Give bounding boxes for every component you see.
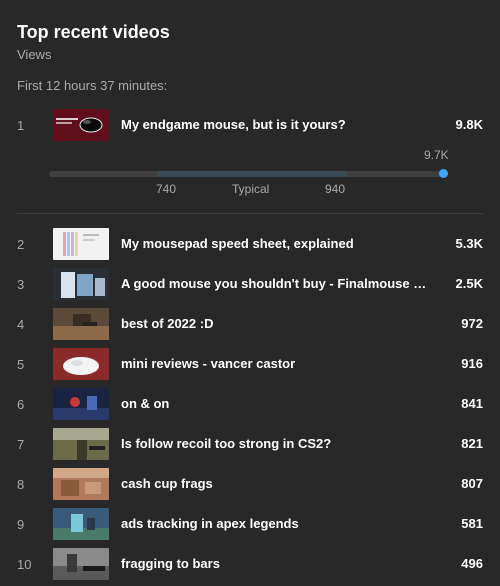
video-views: 9.8K bbox=[455, 117, 483, 132]
range-current-value: 9.7K bbox=[424, 148, 449, 162]
video-views: 821 bbox=[461, 436, 483, 451]
video-rank: 6 bbox=[17, 397, 25, 412]
video-views: 841 bbox=[461, 396, 483, 411]
video-views: 807 bbox=[461, 476, 483, 491]
video-rank: 1 bbox=[17, 118, 25, 133]
video-rank: 10 bbox=[17, 557, 32, 572]
video-rank: 5 bbox=[17, 357, 25, 372]
video-title[interactable]: My endgame mouse, but is it yours? bbox=[121, 117, 431, 132]
range-current-marker bbox=[439, 169, 448, 178]
video-row-3[interactable]: 3 A good mouse you shouldn't buy - Final… bbox=[0, 267, 500, 301]
video-title[interactable]: on & on bbox=[121, 396, 431, 411]
video-thumbnail[interactable] bbox=[53, 388, 109, 420]
video-title[interactable]: A good mouse you shouldn't buy - Finalmo… bbox=[121, 276, 431, 291]
video-thumbnail[interactable] bbox=[53, 548, 109, 580]
video-thumbnail[interactable] bbox=[53, 228, 109, 260]
video-rank: 3 bbox=[17, 277, 25, 292]
video-row-4[interactable]: 4 best of 2022 :D 972 bbox=[0, 307, 500, 341]
divider bbox=[17, 213, 483, 214]
video-thumbnail[interactable] bbox=[53, 468, 109, 500]
video-title[interactable]: best of 2022 :D bbox=[121, 316, 431, 331]
video-thumbnail[interactable] bbox=[53, 109, 109, 141]
video-views: 916 bbox=[461, 356, 483, 371]
video-thumbnail[interactable] bbox=[53, 268, 109, 300]
range-low-label: 740 bbox=[156, 182, 177, 196]
video-views: 2.5K bbox=[455, 276, 483, 291]
video-title[interactable]: mini reviews - vancer castor bbox=[121, 356, 431, 371]
video-row-6[interactable]: 6 on & on 841 bbox=[0, 387, 500, 421]
video-rank: 8 bbox=[17, 477, 25, 492]
video-views: 581 bbox=[461, 516, 483, 531]
video-thumbnail[interactable] bbox=[53, 428, 109, 460]
video-row-1[interactable]: 1 My endgame mouse, but is it yours? 9.8… bbox=[0, 108, 500, 142]
metric-subtitle: Views bbox=[17, 47, 52, 62]
video-thumbnail[interactable] bbox=[53, 508, 109, 540]
video-title[interactable]: fragging to bars bbox=[121, 556, 431, 571]
video-title[interactable]: ads tracking in apex legends bbox=[121, 516, 431, 531]
video-row-9[interactable]: 9 ads tracking in apex legends 581 bbox=[0, 507, 500, 541]
video-thumbnail[interactable] bbox=[53, 308, 109, 340]
video-title[interactable]: cash cup frags bbox=[121, 476, 431, 491]
page-title: Top recent videos bbox=[17, 22, 170, 42]
video-views: 496 bbox=[461, 556, 483, 571]
range-typical-band bbox=[157, 171, 347, 177]
video-thumbnail[interactable] bbox=[53, 348, 109, 380]
video-rank: 2 bbox=[17, 237, 25, 252]
range-high-label: 940 bbox=[325, 182, 346, 196]
video-row-7[interactable]: 7 Is follow recoil too strong in CS2? 82… bbox=[0, 427, 500, 461]
video-row-5[interactable]: 5 mini reviews - vancer castor 916 bbox=[0, 347, 500, 381]
video-title[interactable]: My mousepad speed sheet, explained bbox=[121, 236, 431, 251]
video-title[interactable]: Is follow recoil too strong in CS2? bbox=[121, 436, 431, 451]
video-row-10[interactable]: 10 fragging to bars 496 bbox=[0, 547, 500, 581]
video-row-2[interactable]: 2 My mousepad speed sheet, explained 5.3… bbox=[0, 227, 500, 261]
video-views: 972 bbox=[461, 316, 483, 331]
period-label: First 12 hours 37 minutes: bbox=[17, 78, 168, 93]
range-typical-label: Typical bbox=[232, 182, 270, 196]
video-rank: 7 bbox=[17, 437, 25, 452]
video-row-8[interactable]: 8 cash cup frags 807 bbox=[0, 467, 500, 501]
video-views: 5.3K bbox=[455, 236, 483, 251]
video-rank: 4 bbox=[17, 317, 25, 332]
video-rank: 9 bbox=[17, 517, 25, 532]
